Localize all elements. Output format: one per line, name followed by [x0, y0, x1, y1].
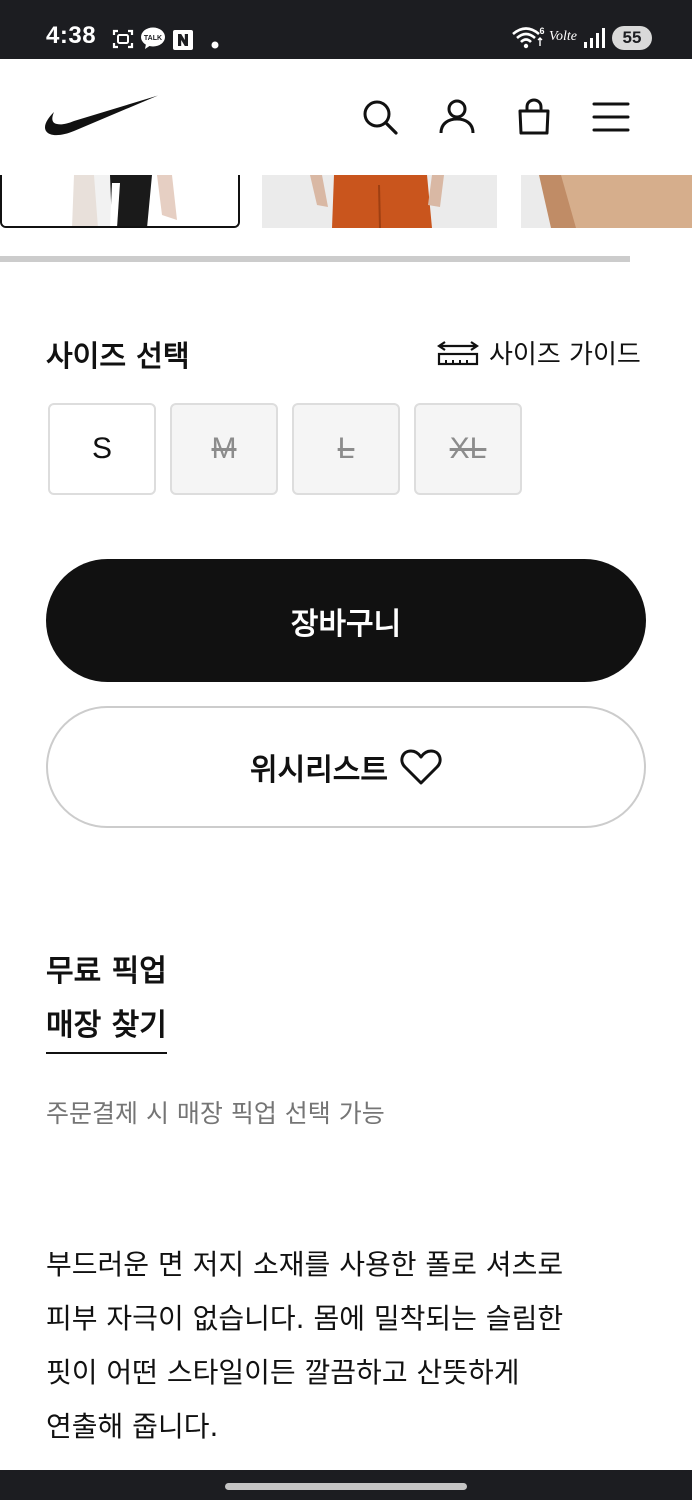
- site-header: [0, 59, 692, 175]
- add-to-cart-button[interactable]: 장바구니: [46, 559, 646, 682]
- size-guide-link[interactable]: 사이즈 가이드: [437, 333, 641, 371]
- size-guide-label: 사이즈 가이드: [489, 339, 641, 370]
- naver-icon: [173, 30, 193, 50]
- bag-icon[interactable]: [514, 97, 554, 137]
- search-icon[interactable]: [360, 97, 400, 137]
- volte-label: Volte: [549, 29, 577, 44]
- nike-swoosh-logo[interactable]: [44, 95, 160, 137]
- svg-text:TALK: TALK: [144, 35, 162, 42]
- wishlist-label: 위시리스트: [250, 753, 388, 788]
- wishlist-button[interactable]: 위시리스트: [46, 706, 646, 828]
- product-thumbnails: [0, 175, 692, 231]
- description-line: 핏이 어떤 스타일이든 깔끔하고 산뜻하게: [46, 1356, 520, 1389]
- screenshot-icon: [112, 29, 134, 49]
- wifi-icon: 6: [512, 26, 545, 49]
- heart-icon: [400, 749, 442, 785]
- status-time: 4:38: [46, 22, 97, 49]
- thumbnail-selected[interactable]: [0, 175, 240, 228]
- add-to-cart-label: 장바구니: [290, 606, 402, 642]
- description-line: 부드러운 면 저지 소재를 사용한 폴로 셔츠로: [46, 1248, 564, 1281]
- product-image: [262, 175, 497, 228]
- status-bar: 4:38 TALK 6 Volte 55: [0, 0, 692, 59]
- user-icon[interactable]: [437, 97, 477, 137]
- size-section-title: 사이즈 선택: [46, 339, 190, 373]
- kakaotalk-icon: TALK: [141, 27, 165, 49]
- navigation-bar: [0, 1470, 692, 1500]
- find-store-link[interactable]: 매장 찾기: [46, 1000, 167, 1054]
- pickup-note: 주문결제 시 매장 픽업 선택 가능: [46, 1099, 385, 1128]
- product-description: 부드러운 면 저지 소재를 사용한 폴로 셔츠로 피부 자극이 없습니다. 몸에…: [46, 1238, 656, 1454]
- menu-icon[interactable]: [591, 97, 631, 137]
- size-option-s[interactable]: S: [48, 403, 156, 495]
- product-image: [2, 175, 238, 226]
- description-line: 연출해 줍니다.: [46, 1410, 219, 1443]
- signal-icon: [584, 28, 605, 48]
- free-pickup-title: 무료 픽업: [46, 954, 167, 989]
- svg-text:6: 6: [539, 26, 544, 36]
- description-line: 피부 자극이 없습니다. 몸에 밀착되는 슬림한: [46, 1302, 564, 1335]
- product-image: [521, 175, 692, 228]
- home-gesture-handle[interactable]: [225, 1483, 467, 1490]
- battery-indicator: 55: [612, 26, 652, 50]
- thumbnail-2[interactable]: [262, 175, 497, 228]
- size-option-l: L: [292, 403, 400, 495]
- size-option-xl: XL: [414, 403, 522, 495]
- thumbnail-scrollbar[interactable]: [0, 256, 630, 262]
- notification-dot-icon: [211, 41, 219, 49]
- thumbnail-3[interactable]: [521, 175, 692, 228]
- ruler-icon: [437, 341, 479, 366]
- size-option-m: M: [170, 403, 278, 495]
